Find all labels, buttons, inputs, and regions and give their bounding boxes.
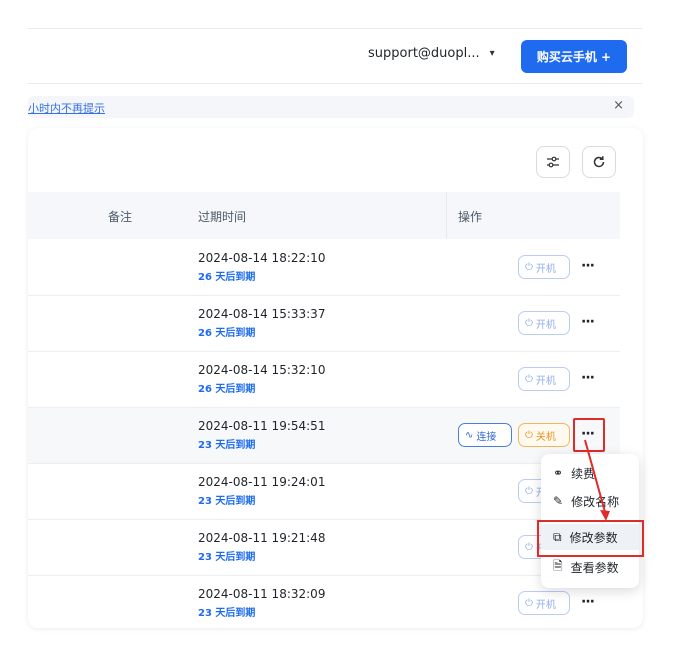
more-options-icon[interactable]: ··· [581, 426, 595, 442]
table-row: 2024-08-11 19:21:4823 天后到期⏻开机··· [28, 520, 620, 576]
expire-date: 2024-08-11 19:21:48 [198, 531, 326, 545]
table-row: 2024-08-11 19:24:0123 天后到期⏻开机··· [28, 464, 620, 520]
close-icon[interactable]: × [613, 98, 624, 113]
menu-item-rename[interactable]: ✎ 修改名称 [541, 488, 639, 514]
highlight-box-modify-params [537, 520, 644, 557]
expire-date: 2024-08-14 15:33:37 [198, 307, 326, 321]
power-on-button[interactable]: ⏻开机 [518, 255, 570, 279]
expire-countdown: 26 天后到期 [198, 384, 256, 395]
power-icon: ⏻ [525, 317, 533, 329]
table-row: 2024-08-11 19:54:51 23 天后到期 ∿ 连接 ⏻ 关机 ··· [28, 408, 620, 464]
column-note: 备注 [108, 210, 133, 224]
chevron-down-icon: ▾ [489, 48, 495, 59]
more-options-icon[interactable]: ··· [581, 314, 595, 330]
power-on-label: 开机 [535, 375, 556, 387]
menu-item-view-params[interactable]: 🗎 查看参数 [541, 554, 639, 580]
renew-icon: ⚭ [553, 466, 564, 480]
expire-countdown: 26 天后到期 [198, 272, 256, 283]
expire-date: 2024-08-11 18:32:09 [198, 587, 326, 601]
column-actions: 操作 [458, 210, 483, 224]
account-dropdown[interactable]: support@duopl... ▾ [368, 46, 495, 61]
expire-countdown: 23 天后到期 [198, 552, 256, 563]
power-on-label: 开机 [535, 263, 556, 275]
account-email: support@duopl... [368, 46, 480, 61]
refresh-button[interactable] [582, 146, 616, 178]
pulse-icon: ∿ [465, 429, 474, 441]
more-options-icon[interactable]: ··· [581, 370, 595, 386]
menu-item-renew[interactable]: ⚭ 续费 [541, 460, 639, 486]
power-icon: ⏻ [525, 541, 533, 553]
sliders-icon [547, 156, 559, 168]
edit-icon: ✎ [553, 494, 564, 508]
connect-label: 连接 [476, 431, 497, 443]
power-icon: ⏻ [525, 261, 533, 273]
column-expire: 过期时间 [198, 210, 247, 224]
menu-item-label: 续费 [571, 466, 596, 481]
dismiss-notice-link[interactable]: 小时内不再提示 [28, 100, 105, 116]
power-off-button[interactable]: ⏻ 关机 [518, 423, 570, 447]
power-icon: ⏻ [525, 373, 533, 385]
table-row: 2024-08-14 15:32:10 26 天后到期 ⏻ 开机 ··· [28, 352, 620, 408]
top-bar: support@duopl... ▾ 购买云手机 + [28, 28, 643, 84]
expire-date: 2024-08-14 15:32:10 [198, 363, 326, 377]
connect-button[interactable]: ∿ 连接 [458, 423, 512, 447]
notice-bar: 小时内不再提示 × [28, 96, 634, 118]
refresh-icon [593, 156, 605, 168]
expire-countdown: 23 天后到期 [198, 496, 256, 507]
menu-item-label: 修改名称 [571, 494, 620, 509]
table-row: 2024-08-14 15:33:37 26 天后到期 ⏻ 开机 ··· [28, 296, 620, 352]
expire-date: 2024-08-11 19:54:51 [198, 419, 326, 433]
expire-date: 2024-08-14 18:22:10 [198, 251, 326, 265]
expire-countdown: 26 天后到期 [198, 328, 256, 339]
expire-countdown: 23 天后到期 [198, 440, 256, 451]
power-on-label: 开机 [535, 599, 556, 611]
power-icon: ⏻ [525, 597, 533, 609]
column-divider [446, 192, 447, 239]
buy-cloud-phone-button[interactable]: 购买云手机 + [521, 40, 627, 73]
table-row: 2024-08-14 18:22:10 26 天后到期 ⏻ 开机 ··· [28, 240, 620, 296]
menu-item-label: 查看参数 [570, 560, 619, 575]
document-icon: 🗎 [553, 558, 563, 573]
expire-date: 2024-08-11 19:24:01 [198, 475, 326, 489]
more-options-icon[interactable]: ··· [581, 258, 595, 274]
expire-countdown: 23 天后到期 [198, 608, 256, 619]
power-off-label: 关机 [535, 431, 556, 443]
power-icon: ⏻ [525, 485, 533, 497]
table-header: 备注 过期时间 操作 [28, 192, 620, 239]
filter-button[interactable] [536, 146, 570, 178]
more-options-icon[interactable]: ··· [581, 594, 595, 610]
power-off-icon: ⏻ [525, 429, 533, 441]
power-on-button[interactable]: ⏻开机 [518, 311, 570, 335]
power-on-label: 开机 [535, 319, 556, 331]
table-row: 2024-08-11 18:32:09 23 天后到期 ⏻ 开机 ··· [28, 576, 620, 628]
power-on-button[interactable]: ⏻开机 [518, 591, 570, 615]
power-on-button[interactable]: ⏻开机 [518, 367, 570, 391]
